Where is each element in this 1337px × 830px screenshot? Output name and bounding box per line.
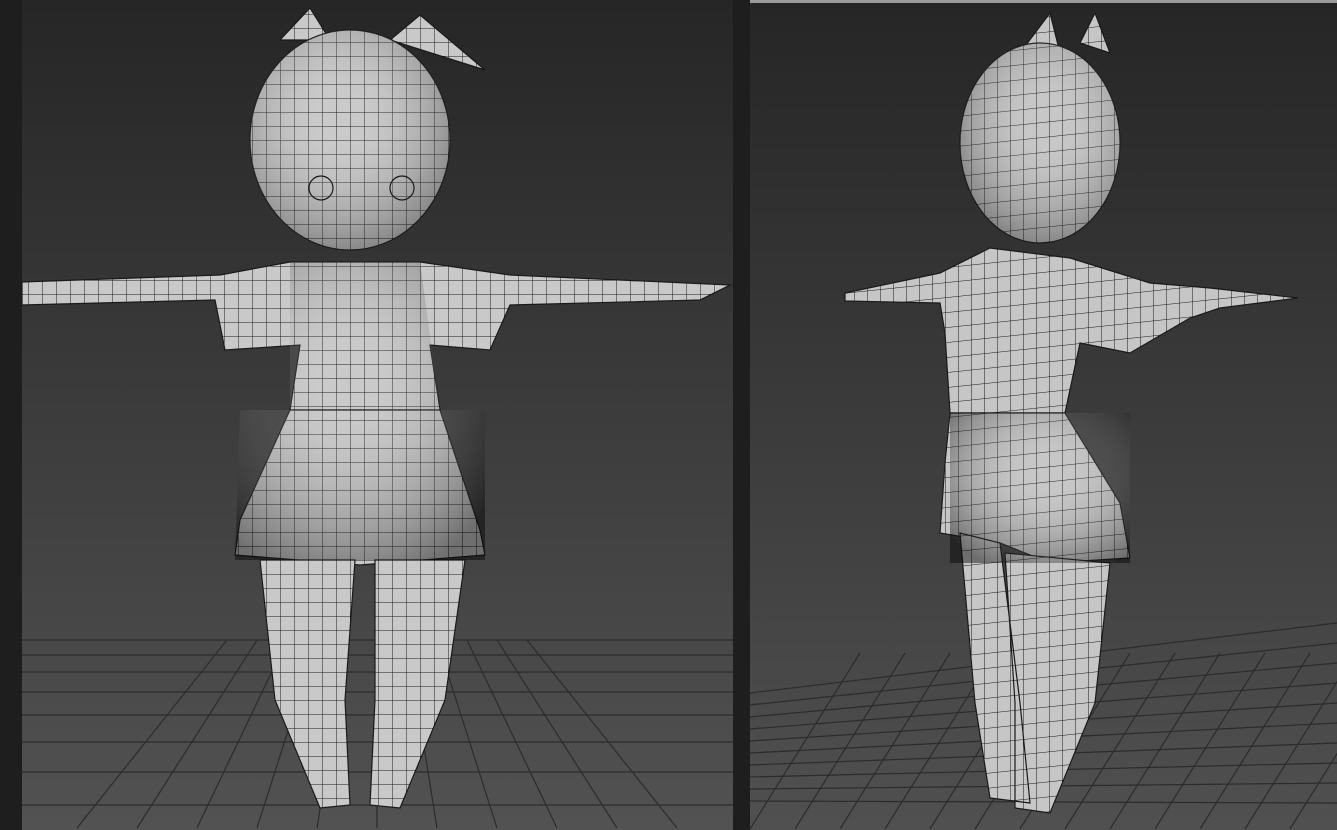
viewport-front[interactable] bbox=[0, 0, 733, 830]
viewport-perspective[interactable] bbox=[750, 0, 1337, 830]
front-view-canvas[interactable] bbox=[0, 0, 733, 830]
perspective-view-canvas[interactable] bbox=[750, 3, 1337, 830]
viewport-border bbox=[0, 0, 22, 830]
